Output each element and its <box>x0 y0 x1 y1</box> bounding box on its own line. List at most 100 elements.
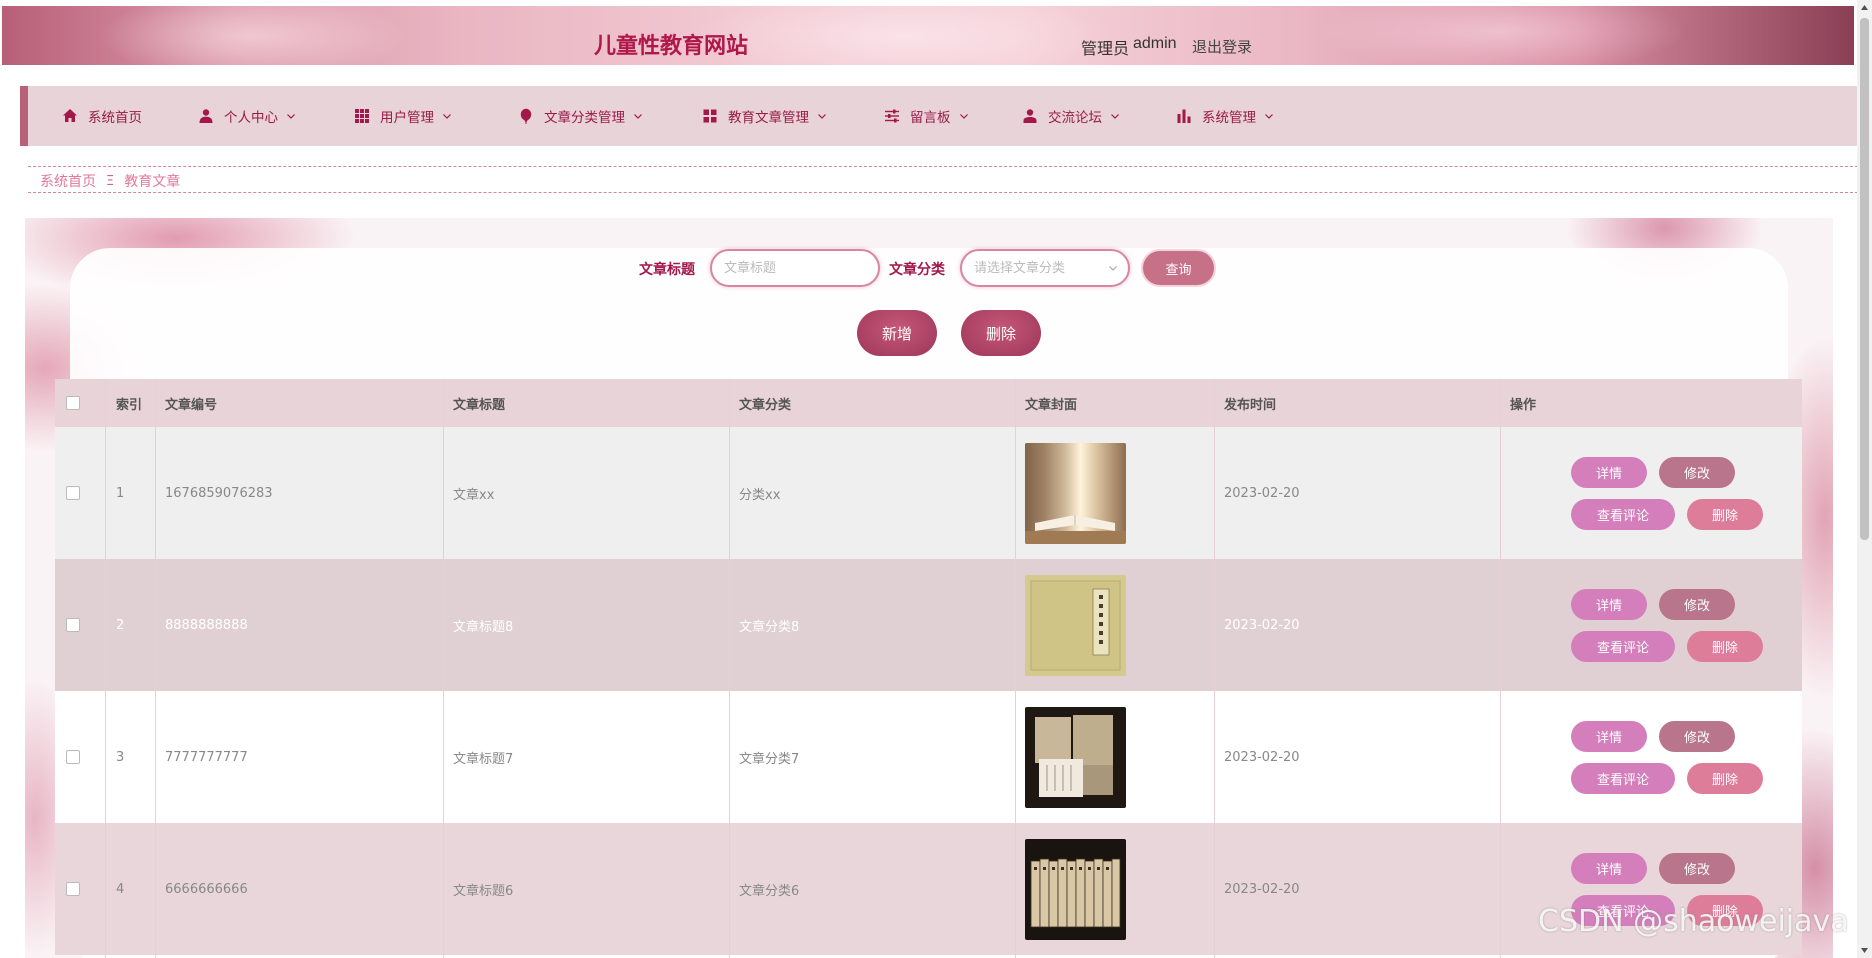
row-date: 2023-02-20 <box>1224 617 1300 633</box>
row-index: 2 <box>116 617 125 633</box>
watermark: CSDN @shaoweijava <box>1538 904 1849 939</box>
cover-image <box>1025 442 1126 544</box>
chevron-down-icon <box>443 114 451 119</box>
category-search-label: 文章分类 <box>889 262 945 278</box>
scroll-down-icon[interactable] <box>1860 946 1869 955</box>
column-divider <box>729 379 730 958</box>
row-title: 文章xx <box>453 487 495 503</box>
books-stack-graphic <box>1035 714 1113 797</box>
row-date: 2023-02-20 <box>1224 485 1300 501</box>
chevron-down-icon <box>1111 114 1119 119</box>
nav-item-article-categories[interactable]: 文章分类管理 <box>518 86 643 146</box>
column-header: 文章分类 <box>739 397 792 413</box>
row-select-cell <box>55 691 105 823</box>
home-icon <box>63 109 77 122</box>
column-header: 文章编号 <box>165 397 218 413</box>
scroll-thumb[interactable] <box>1860 18 1869 540</box>
add-button[interactable]: 新增 <box>857 310 937 356</box>
breadcrumb-divider-bottom <box>28 192 1858 193</box>
nav-item-message-board[interactable]: 留言板 <box>884 86 969 146</box>
nav-item-forum[interactable]: 交流论坛 <box>1022 86 1120 146</box>
breadcrumb-divider-top <box>28 166 1858 167</box>
table-row: 3 7777777777 文章标题7 文章分类7 2023-02-20 详情 修… <box>55 691 1802 823</box>
row-cover-cell <box>1015 559 1126 691</box>
row-select-cell <box>55 559 105 691</box>
batch-delete-button[interactable]: 删除 <box>961 310 1041 356</box>
breadcrumb-home-link[interactable]: 系统首页 <box>40 171 96 191</box>
main-nav: 系统首页 个人中心 用户管理 文章分类管理 教育文章管理 留言板 交流论坛 系统… <box>20 86 1858 146</box>
select-all-cell <box>55 379 105 427</box>
select-all-checkbox[interactable] <box>66 396 80 410</box>
title-search-input[interactable] <box>710 249 880 287</box>
table-row: 1 1676859076283 文章xx 分类xx 2023-02-20 详情 … <box>55 427 1802 559</box>
nav-item-education-articles[interactable]: 教育文章管理 <box>702 86 827 146</box>
column-header: 索引 <box>116 397 143 413</box>
user-icon <box>199 109 213 123</box>
nav-label: 文章分类管理 <box>544 110 625 126</box>
edit-button[interactable]: 修改 <box>1659 853 1735 884</box>
detail-button[interactable]: 详情 <box>1571 721 1647 752</box>
column-divider <box>105 379 106 958</box>
edit-button[interactable]: 修改 <box>1659 721 1735 752</box>
view-comments-button[interactable]: 查看评论 <box>1571 499 1675 530</box>
book-cover-graphic <box>1030 580 1121 670</box>
vertical-scrollbar[interactable] <box>1857 0 1872 958</box>
grid-icon <box>355 109 369 123</box>
row-checkbox[interactable] <box>66 750 80 764</box>
row-actions: 详情 修改 查看评论 删除 <box>1516 691 1776 823</box>
logout-link[interactable]: 退出登录 <box>1192 36 1252 57</box>
bar-chart-icon <box>1177 109 1191 123</box>
breadcrumb-current: 教育文章 <box>124 174 181 190</box>
admin-role: 管理员 <box>1081 39 1130 58</box>
row-title: 文章标题7 <box>453 751 514 767</box>
column-divider <box>443 379 444 958</box>
sliders-icon <box>885 109 899 123</box>
category-select-input[interactable] <box>960 249 1130 287</box>
row-actions: 详情 修改 查看评论 删除 <box>1516 427 1776 559</box>
category-select[interactable] <box>960 249 1130 287</box>
nav-label: 系统管理 <box>1202 110 1256 126</box>
detail-button[interactable]: 详情 <box>1571 589 1647 620</box>
view-comments-button[interactable]: 查看评论 <box>1571 631 1675 662</box>
row-index: 1 <box>116 485 125 501</box>
row-checkbox[interactable] <box>66 618 80 632</box>
row-category: 分类xx <box>739 487 781 503</box>
column-divider <box>1015 379 1016 958</box>
nav-item-home[interactable]: 系统首页 <box>62 86 142 146</box>
row-number: 1676859076283 <box>165 485 273 501</box>
row-checkbox[interactable] <box>66 882 80 896</box>
nav-item-personal[interactable]: 个人中心 <box>198 86 296 146</box>
row-actions: 详情 修改 查看评论 删除 <box>1516 559 1776 691</box>
breadcrumb-separator: Ξ <box>106 173 115 189</box>
admin-name: admin <box>1133 35 1177 52</box>
chevron-down-icon <box>634 114 642 119</box>
row-title: 文章标题8 <box>453 619 514 635</box>
row-number: 7777777777 <box>165 749 248 765</box>
delete-button[interactable]: 删除 <box>1687 763 1763 794</box>
nav-item-system[interactable]: 系统管理 <box>1176 86 1274 146</box>
detail-button[interactable]: 详情 <box>1571 853 1647 884</box>
detail-button[interactable]: 详情 <box>1571 457 1647 488</box>
delete-button[interactable]: 删除 <box>1687 499 1763 530</box>
delete-button[interactable]: 删除 <box>1687 631 1763 662</box>
row-date: 2023-02-20 <box>1224 881 1300 897</box>
edit-button[interactable]: 修改 <box>1659 589 1735 620</box>
row-checkbox[interactable] <box>66 486 80 500</box>
nav-label: 留言板 <box>910 110 951 126</box>
query-button[interactable]: 查询 <box>1141 249 1216 287</box>
cover-image <box>1025 838 1126 940</box>
row-category: 文章分类7 <box>739 751 800 767</box>
top-header: 儿童性教育网站 管理员 admin 退出登录 <box>2 6 1854 65</box>
scroll-up-icon[interactable] <box>1860 3 1869 12</box>
title-search-label: 文章标题 <box>639 262 695 278</box>
row-cover-cell <box>1015 823 1126 955</box>
balloon-icon <box>520 108 532 124</box>
nav-label: 用户管理 <box>380 110 434 126</box>
chevron-down-icon <box>1109 266 1117 271</box>
column-header: 文章封面 <box>1025 397 1078 413</box>
nav-item-users[interactable]: 用户管理 <box>354 86 452 146</box>
edit-button[interactable]: 修改 <box>1659 457 1735 488</box>
table-header: 索引 文章编号 文章标题 文章分类 文章封面 发布时间 操作 <box>55 379 1802 427</box>
chevron-down-icon <box>287 114 295 119</box>
view-comments-button[interactable]: 查看评论 <box>1571 763 1675 794</box>
